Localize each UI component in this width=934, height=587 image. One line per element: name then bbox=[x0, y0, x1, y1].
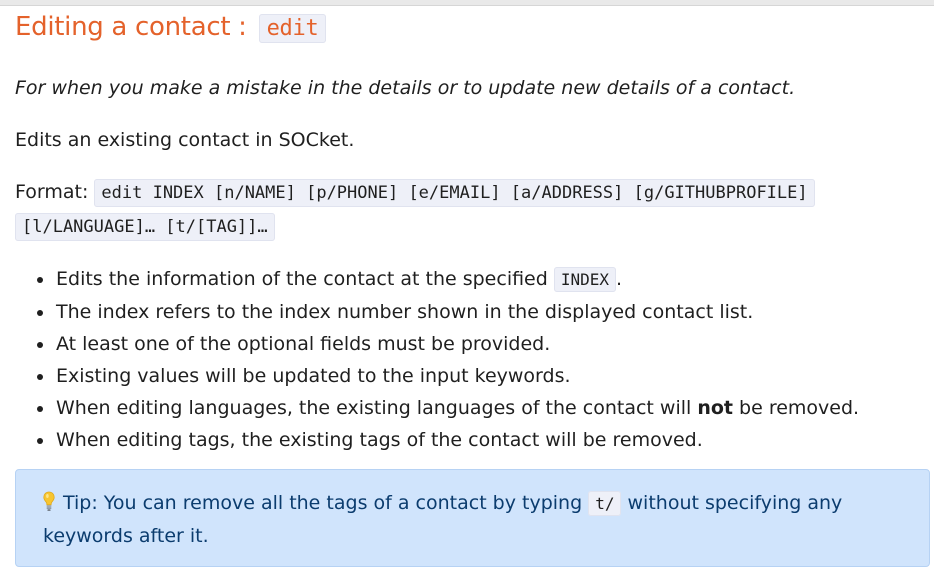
list-item-text: When editing languages, the existing lan… bbox=[56, 397, 698, 419]
list-item-text: Edits the information of the contact at … bbox=[56, 268, 554, 290]
list-item: When editing languages, the existing lan… bbox=[55, 392, 920, 424]
format-code-line1: edit INDEX [n/NAME] [p/PHONE] [e/EMAIL] … bbox=[94, 179, 815, 207]
emphasis-not: not bbox=[697, 397, 734, 419]
tip-box: Tip: You can remove all the tags of a co… bbox=[15, 469, 930, 567]
heading-command-code: edit bbox=[258, 14, 327, 43]
intro-text: For when you make a mistake in the detai… bbox=[15, 77, 796, 99]
tip-code: t/ bbox=[588, 491, 622, 516]
list-item-text-end: be removed. bbox=[733, 397, 860, 419]
tip-text: Tip: You can remove all the tags of a co… bbox=[43, 487, 902, 552]
notes-list: Edits the information of the contact at … bbox=[15, 263, 920, 456]
list-item: At least one of the optional fields must… bbox=[55, 328, 920, 360]
lightbulb-icon bbox=[43, 491, 55, 513]
section-heading: Editing a contact : edit bbox=[15, 8, 920, 48]
list-item: The index refers to the index number sho… bbox=[55, 296, 920, 328]
format-label: Format: bbox=[15, 181, 95, 203]
list-item-text-end: . bbox=[616, 268, 623, 290]
top-divider bbox=[0, 0, 934, 6]
heading-text: Editing a contact : bbox=[15, 12, 255, 42]
tip-text-start: Tip: You can remove all the tags of a co… bbox=[63, 492, 589, 514]
doc-section: Editing a contact : edit For when you ma… bbox=[15, 8, 930, 567]
list-item: When editing tags, the existing tags of … bbox=[55, 424, 920, 456]
format-code-line2: [l/LANGUAGE]… [t/[TAG]]… bbox=[15, 213, 275, 241]
description-text: Edits an existing contact in SOCket. bbox=[15, 129, 355, 151]
format-line: Format: edit INDEX [n/NAME] [p/PHONE] [e… bbox=[15, 176, 920, 244]
list-item: Edits the information of the contact at … bbox=[55, 263, 920, 296]
index-code: INDEX bbox=[553, 267, 617, 292]
list-item: Existing values will be updated to the i… bbox=[55, 360, 920, 392]
